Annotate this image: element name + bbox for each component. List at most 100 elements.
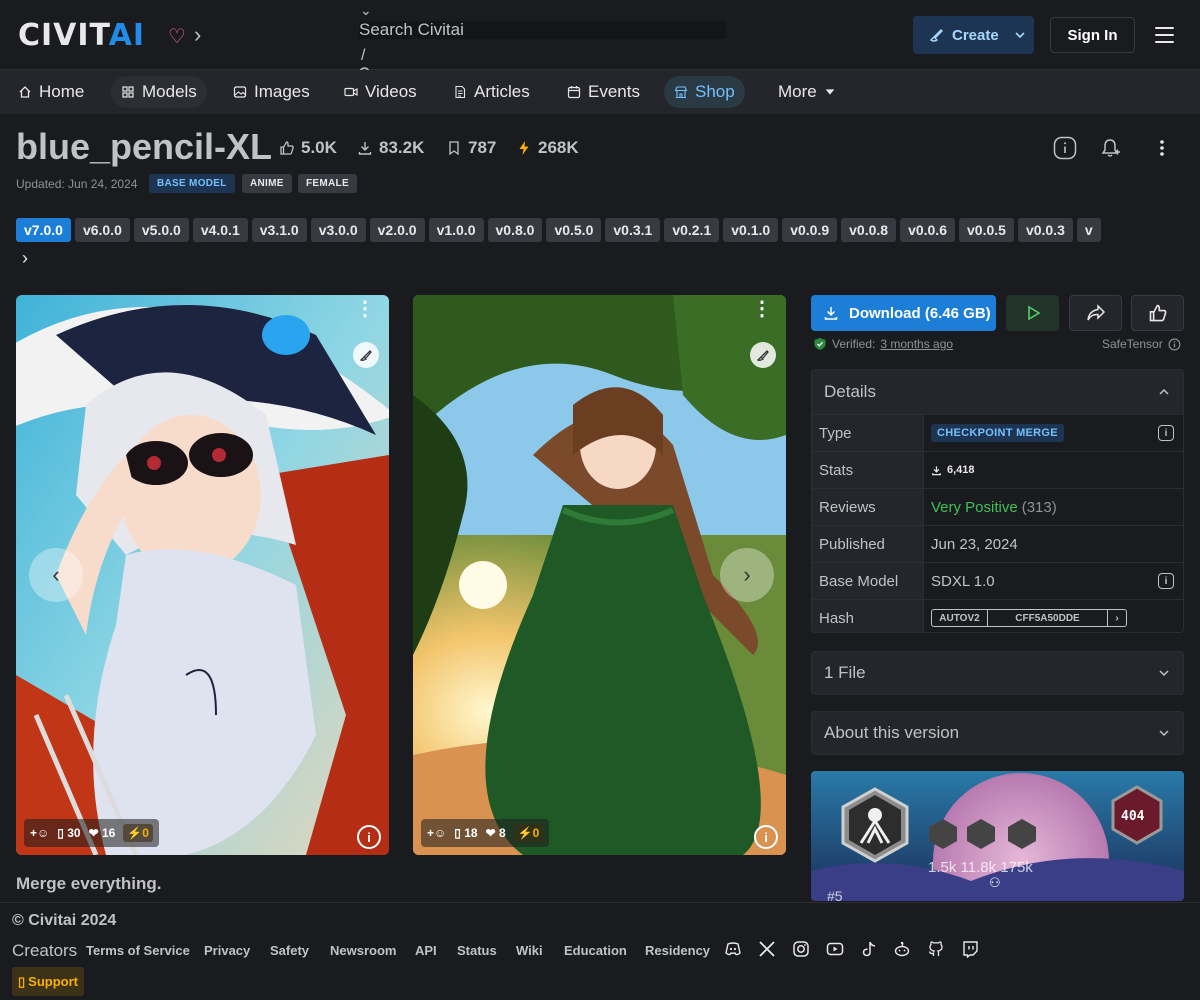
heart-icon[interactable]: ♡ xyxy=(168,24,186,49)
nav-home[interactable]: Home xyxy=(8,76,94,108)
add-reaction-icon[interactable]: +☺ xyxy=(427,826,446,840)
nav-images[interactable]: Images xyxy=(223,76,320,108)
badge-anime[interactable]: ANIME xyxy=(242,174,292,193)
twitch-icon[interactable] xyxy=(961,940,979,958)
info-icon[interactable] xyxy=(1052,135,1078,161)
details-row-type: Type CHECKPOINT MERGE i xyxy=(812,414,1183,451)
more-vertical-icon[interactable]: ⋮ xyxy=(752,299,772,319)
verified-time-link[interactable]: 3 months ago xyxy=(880,337,953,351)
carousel-prev-button[interactable]: ‹ xyxy=(29,548,83,602)
civitai-logo[interactable]: CIVITAI xyxy=(18,18,145,53)
footer-link-wiki[interactable]: Wiki xyxy=(516,943,543,958)
footer-link-education[interactable]: Education xyxy=(564,943,627,958)
brush-icon[interactable] xyxy=(750,342,776,368)
instagram-icon[interactable] xyxy=(792,940,810,958)
carousel-next-button[interactable]: › xyxy=(720,548,774,602)
creator-banner[interactable]: 404 1.5k 11.8k 175k ⚇ #5 xyxy=(811,771,1184,901)
about-version-accordion[interactable]: About this version xyxy=(811,711,1184,755)
version-tab[interactable]: v4.0.1 xyxy=(192,218,248,242)
version-tab[interactable]: v0.2.1 xyxy=(664,218,720,242)
like-button[interactable] xyxy=(1131,295,1184,331)
hash-selector[interactable]: AUTOV2 CFF5A50DDE › xyxy=(931,609,1127,627)
more-vertical-icon[interactable] xyxy=(1149,135,1175,161)
reviews-link[interactable]: Very Positive xyxy=(931,499,1018,516)
brush-icon[interactable] xyxy=(353,342,379,368)
tiktok-icon[interactable] xyxy=(860,940,878,958)
menu-icon[interactable] xyxy=(1155,27,1174,43)
footer-link-privacy[interactable]: Privacy xyxy=(204,943,250,958)
info-icon[interactable]: i xyxy=(357,825,381,849)
footer-link-creators[interactable]: Creators xyxy=(12,941,77,961)
search-input[interactable] xyxy=(359,21,726,39)
info-icon[interactable]: i xyxy=(1158,425,1174,441)
version-tab[interactable]: v2.0.0 xyxy=(369,218,425,242)
version-tab[interactable]: v0.5.0 xyxy=(546,218,602,242)
version-tab[interactable]: v0.0.9 xyxy=(782,218,838,242)
details-header[interactable]: Details xyxy=(812,370,1183,414)
version-tab[interactable]: v0.0.3 xyxy=(1017,218,1073,242)
github-icon[interactable] xyxy=(927,940,945,958)
footer-link-residency[interactable]: Residency xyxy=(645,943,710,958)
nav-more[interactable]: More xyxy=(768,76,846,108)
footer-link-newsroom[interactable]: Newsroom xyxy=(330,943,396,958)
model-title: blue_pencil-XL xyxy=(16,126,273,167)
download-button[interactable]: Download (6.46 GB) xyxy=(811,295,996,331)
discord-icon[interactable] xyxy=(724,940,742,958)
chevron-right-icon[interactable]: › xyxy=(194,22,201,48)
reactions-bar[interactable]: +☺ ▯ 30 ❤ 16 ⚡0 xyxy=(24,819,159,847)
add-reaction-icon[interactable]: +☺ xyxy=(30,826,49,840)
info-icon[interactable]: i xyxy=(754,825,778,849)
nav-models[interactable]: Models xyxy=(111,76,207,108)
hash-type[interactable]: AUTOV2 xyxy=(932,610,988,626)
x-icon[interactable] xyxy=(758,940,776,958)
chevron-right-icon[interactable]: › xyxy=(22,248,28,269)
sign-in-button[interactable]: Sign In xyxy=(1050,17,1135,53)
footer-link-status[interactable]: Status xyxy=(457,943,497,958)
chevron-down-icon xyxy=(1159,730,1169,737)
reviews-count: (313) xyxy=(1021,498,1057,516)
info-icon[interactable]: i xyxy=(1158,573,1174,589)
verified-status: Verified: 3 months ago xyxy=(813,337,953,351)
more-vertical-icon[interactable]: ⋮ xyxy=(355,299,375,319)
version-tab[interactable]: v7.0.0 xyxy=(16,218,71,242)
home-icon xyxy=(19,86,31,98)
version-tab[interactable]: v6.0.0 xyxy=(74,218,130,242)
version-tab[interactable]: v1.0.0 xyxy=(428,218,484,242)
header: CIVITAI ♡ › ⌄ / Create Sign In xyxy=(0,0,1200,81)
nav-videos[interactable]: Videos xyxy=(334,76,427,108)
version-tab[interactable]: v xyxy=(1076,218,1101,242)
nav-shop[interactable]: Shop xyxy=(664,76,745,108)
footer: © Civitai 2024 Creators Terms of Service… xyxy=(0,902,1200,1000)
support-button[interactable]: ▯ Support xyxy=(12,967,84,996)
version-tab[interactable]: v3.1.0 xyxy=(251,218,307,242)
create-button[interactable]: Create xyxy=(913,16,1034,54)
play-button[interactable] xyxy=(1006,295,1059,331)
reactions-bar[interactable]: +☺ ▯ 18 ❤ 8 ⚡0 xyxy=(421,819,550,847)
version-tab[interactable]: v0.0.5 xyxy=(959,218,1014,242)
badge-base-model[interactable]: BASE MODEL xyxy=(149,174,235,193)
hash-value[interactable]: CFF5A50DDE xyxy=(988,610,1108,626)
details-row-published: Published Jun 23, 2024 xyxy=(812,525,1183,562)
version-tab[interactable]: v0.8.0 xyxy=(487,218,543,242)
nav-articles[interactable]: Articles xyxy=(443,76,540,108)
files-accordion[interactable]: 1 File xyxy=(811,651,1184,695)
share-button[interactable] xyxy=(1069,295,1122,331)
chevron-right-icon[interactable]: › xyxy=(1108,610,1126,626)
details-row-base-model: Base Model SDXL 1.0 i xyxy=(812,562,1183,599)
reddit-icon[interactable] xyxy=(893,940,911,958)
version-tab[interactable]: v5.0.0 xyxy=(133,218,189,242)
bell-plus-icon[interactable] xyxy=(1097,135,1123,161)
version-tab[interactable]: v0.1.0 xyxy=(723,218,779,242)
youtube-icon[interactable] xyxy=(826,940,844,958)
footer-link-safety[interactable]: Safety xyxy=(270,943,309,958)
footer-link-terms[interactable]: Terms of Service xyxy=(86,943,190,958)
chevron-down-icon[interactable]: ⌄ xyxy=(360,2,372,19)
badge-female[interactable]: FEMALE xyxy=(298,174,357,193)
version-tab[interactable]: v0.0.6 xyxy=(900,218,955,242)
nav-events[interactable]: Events xyxy=(557,76,650,108)
version-tab[interactable]: v3.0.0 xyxy=(310,218,366,242)
info-icon[interactable] xyxy=(1168,338,1181,351)
version-tab[interactable]: v0.0.8 xyxy=(841,218,897,242)
version-tab[interactable]: v0.3.1 xyxy=(605,218,661,242)
footer-link-api[interactable]: API xyxy=(415,943,437,958)
